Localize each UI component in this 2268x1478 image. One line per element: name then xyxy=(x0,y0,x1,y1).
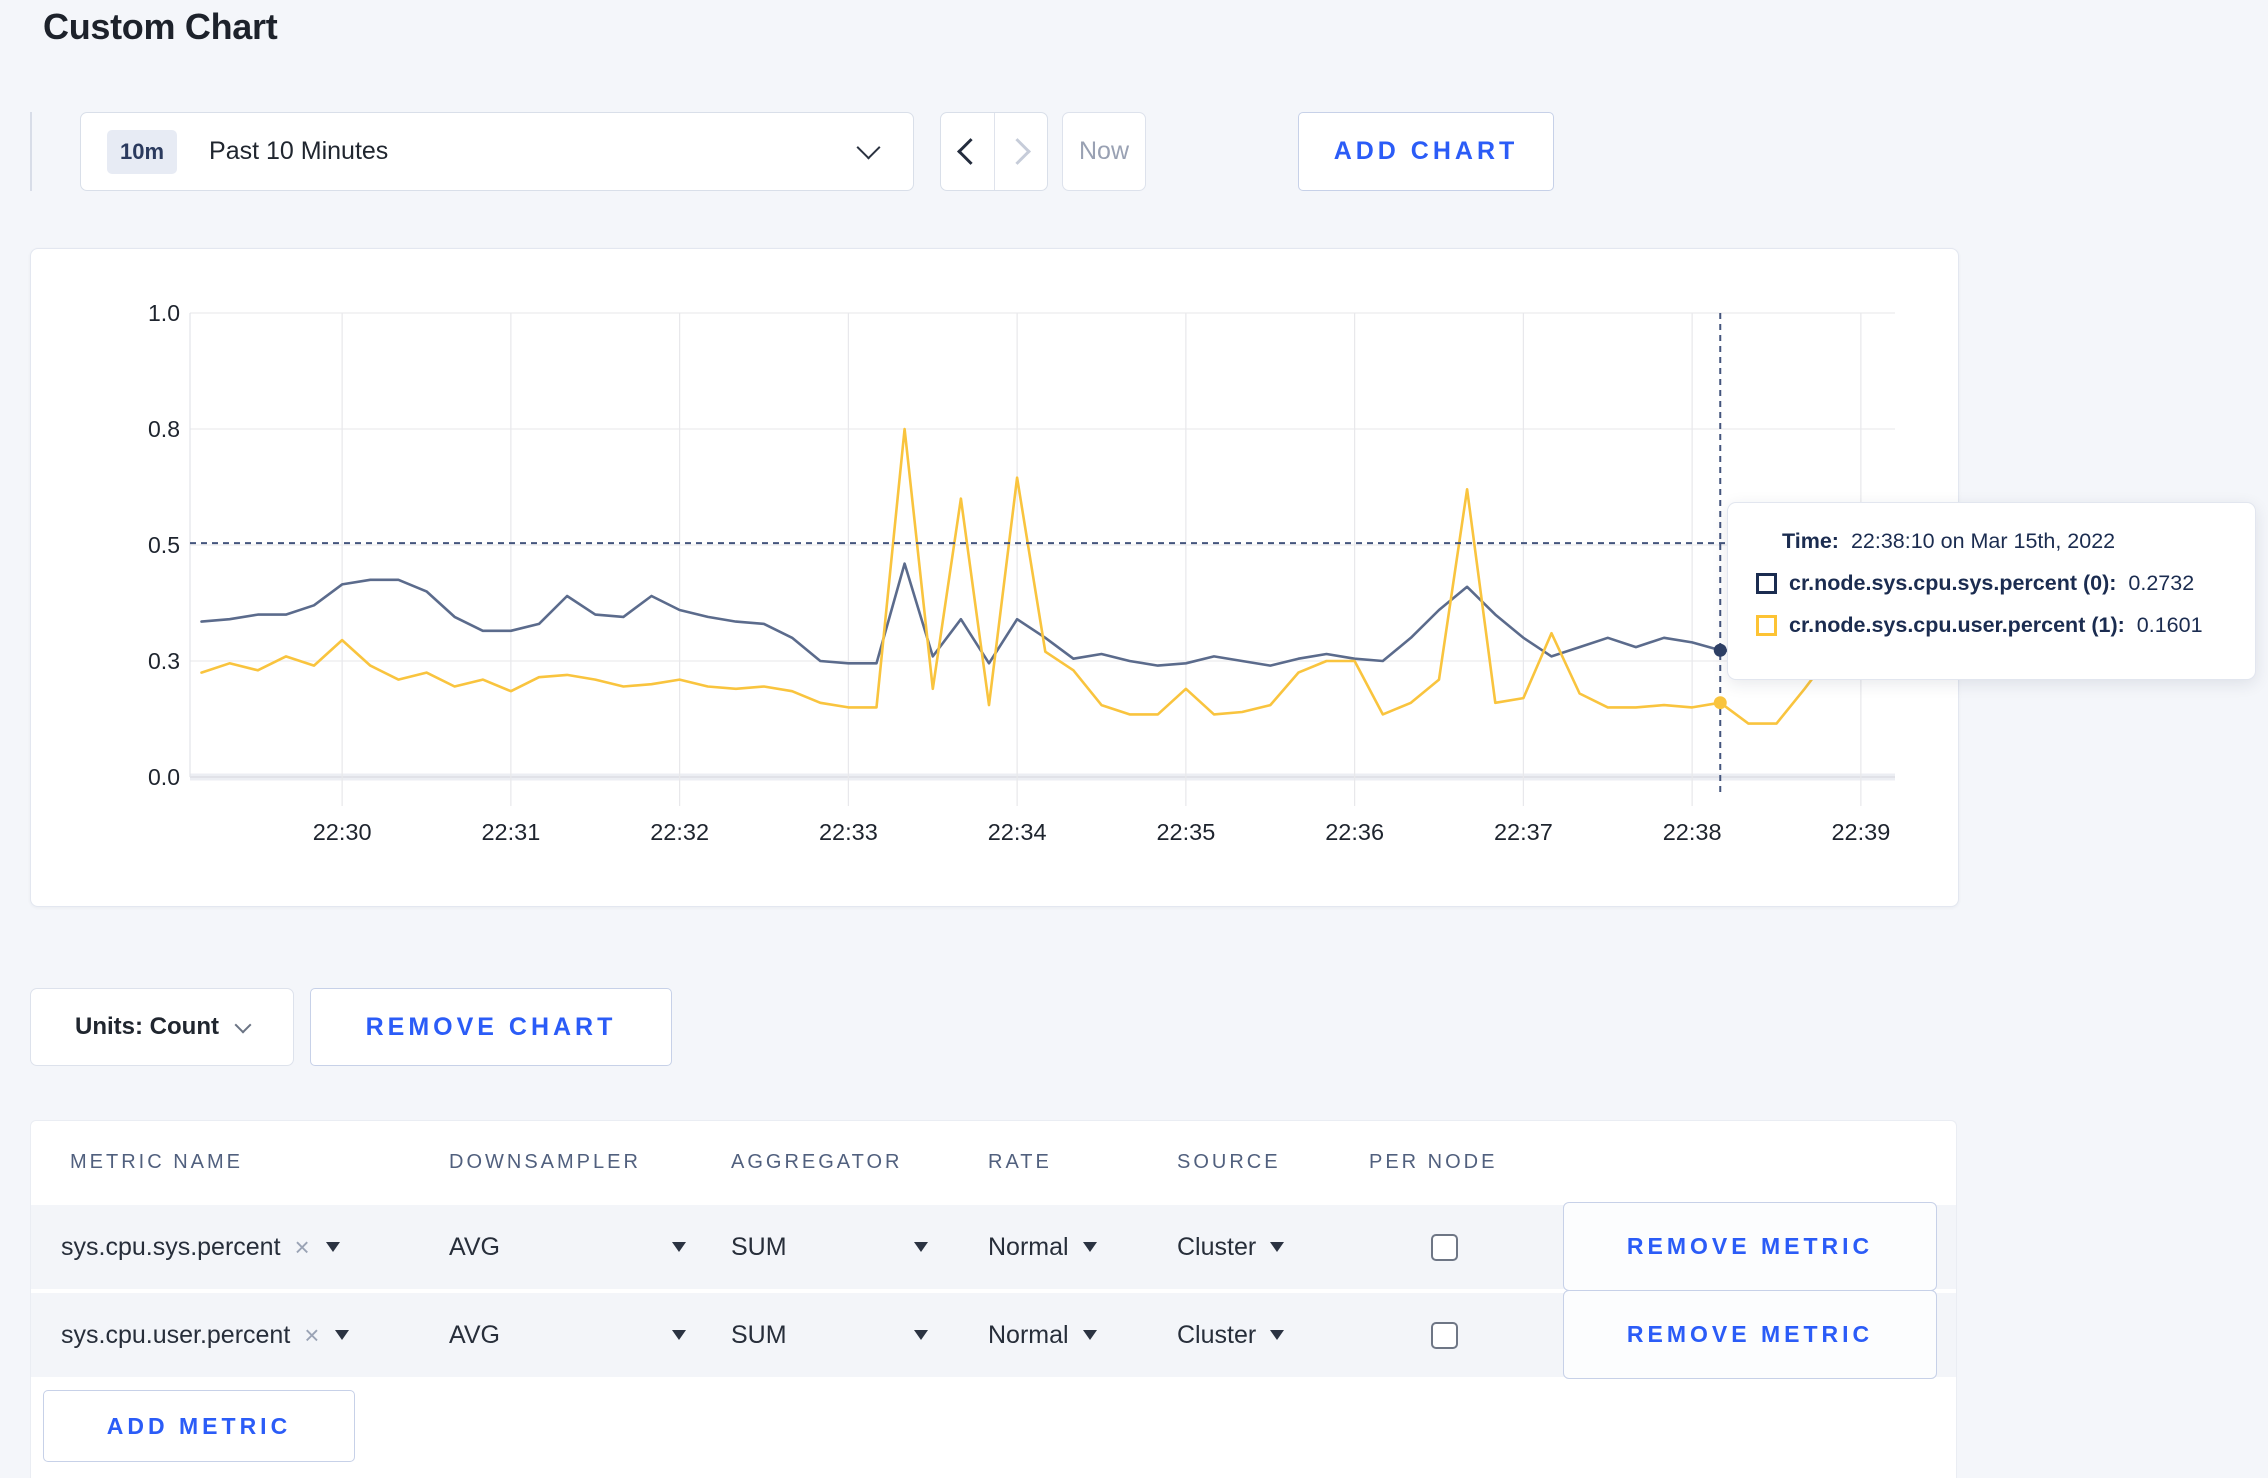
col-header-rate: RATE xyxy=(988,1151,1052,1173)
triangle-down-icon xyxy=(1082,1330,1097,1340)
triangle-down-icon xyxy=(672,1242,686,1252)
col-header-aggregator: AGGREGATOR xyxy=(731,1151,903,1173)
units-dropdown[interactable]: Units: Count xyxy=(30,988,294,1066)
aggregator-select[interactable]: SUM xyxy=(731,1205,928,1289)
metric-name-value: sys.cpu.sys.percent xyxy=(61,1232,281,1261)
tooltip-sys-value: 0.2732 xyxy=(2128,571,2195,595)
time-range-badge: 10m xyxy=(107,129,178,174)
chevron-down-icon xyxy=(856,135,881,160)
source-value: Cluster xyxy=(1177,1232,1257,1261)
custom-chart-page: Custom Chart 10m Past 10 Minutes Now ADD… xyxy=(0,0,2268,1478)
per-node-checkbox[interactable] xyxy=(1431,1321,1458,1349)
next-window-button[interactable] xyxy=(993,113,1048,190)
col-header-source: SOURCE xyxy=(1177,1151,1281,1173)
triangle-down-icon xyxy=(914,1330,928,1340)
rate-select[interactable]: Normal xyxy=(988,1205,1097,1289)
toolbar-divider xyxy=(30,112,32,191)
source-select[interactable]: Cluster xyxy=(1177,1293,1285,1377)
page-title: Custom Chart xyxy=(43,6,278,47)
time-range-label: Past 10 Minutes xyxy=(209,137,389,165)
tooltip-sys-label: cr.node.sys.cpu.sys.percent (0): xyxy=(1789,571,2117,595)
triangle-down-icon xyxy=(1270,1330,1285,1340)
triangle-down-icon xyxy=(672,1330,686,1340)
table-row: sys.cpu.sys.percent × AVG SUM Normal Clu… xyxy=(31,1202,1956,1291)
sys-series-legend-swatch xyxy=(1756,573,1777,594)
downsampler-select[interactable]: AVG xyxy=(449,1293,686,1377)
tooltip-user-value: 0.1601 xyxy=(2136,613,2203,637)
downsampler-value: AVG xyxy=(449,1320,500,1349)
metric-name-value: sys.cpu.user.percent xyxy=(61,1320,291,1349)
triangle-down-icon xyxy=(335,1330,350,1340)
per-node-cell xyxy=(1431,1205,1458,1289)
rate-select[interactable]: Normal xyxy=(988,1293,1097,1377)
triangle-down-icon xyxy=(1270,1242,1285,1252)
downsampler-value: AVG xyxy=(449,1232,500,1261)
aggregator-value: SUM xyxy=(731,1232,787,1261)
time-window-pager xyxy=(940,112,1048,191)
source-select[interactable]: Cluster xyxy=(1177,1205,1285,1289)
add-chart-button[interactable]: ADD CHART xyxy=(1298,112,1554,191)
aggregator-value: SUM xyxy=(731,1320,787,1349)
per-node-cell xyxy=(1431,1293,1458,1377)
downsampler-select[interactable]: AVG xyxy=(449,1205,686,1289)
triangle-down-icon xyxy=(1082,1242,1097,1252)
remove-metric-button[interactable]: REMOVE METRIC xyxy=(1563,1290,1937,1379)
col-header-per-node: PER NODE xyxy=(1369,1151,1498,1173)
add-metric-button[interactable]: ADD METRIC xyxy=(43,1390,355,1462)
tooltip-time-value: 22:38:10 on Mar 15th, 2022 xyxy=(1850,529,2116,553)
metric-name-select[interactable]: sys.cpu.sys.percent × xyxy=(61,1205,340,1289)
chevron-right-icon xyxy=(1004,138,1032,165)
rate-value: Normal xyxy=(988,1232,1069,1261)
col-header-downsampler: DOWNSAMPLER xyxy=(449,1151,641,1173)
source-value: Cluster xyxy=(1177,1320,1257,1349)
col-header-metric-name: METRIC NAME xyxy=(70,1151,243,1173)
rate-value: Normal xyxy=(988,1320,1069,1349)
remove-chart-button[interactable]: REMOVE CHART xyxy=(310,988,672,1066)
table-row: sys.cpu.user.percent × AVG SUM Normal Cl… xyxy=(31,1290,1956,1379)
remove-metric-button[interactable]: REMOVE METRIC xyxy=(1563,1202,1937,1291)
user-series-legend-swatch xyxy=(1756,615,1777,636)
triangle-down-icon xyxy=(914,1242,928,1252)
x-icon[interactable]: × xyxy=(295,1232,310,1263)
tooltip-time-label: Time: xyxy=(1782,529,1839,553)
triangle-down-icon xyxy=(325,1242,340,1252)
now-button[interactable]: Now xyxy=(1062,112,1146,191)
units-label: Units: Count xyxy=(75,1013,219,1040)
tooltip-user-label: cr.node.sys.cpu.user.percent (1): xyxy=(1789,613,2125,637)
x-icon[interactable]: × xyxy=(304,1320,319,1351)
chevron-down-icon xyxy=(234,1016,252,1034)
chart-card xyxy=(30,248,1959,907)
chevron-left-icon xyxy=(956,138,984,165)
prev-window-button[interactable] xyxy=(941,113,994,190)
chart-tooltip: Time: 22:38:10 on Mar 15th, 2022 cr.node… xyxy=(1727,502,2256,680)
time-range-dropdown[interactable]: 10m Past 10 Minutes xyxy=(80,112,914,191)
per-node-checkbox[interactable] xyxy=(1431,1233,1458,1261)
aggregator-select[interactable]: SUM xyxy=(731,1293,928,1377)
metric-name-select[interactable]: sys.cpu.user.percent × xyxy=(61,1293,350,1377)
